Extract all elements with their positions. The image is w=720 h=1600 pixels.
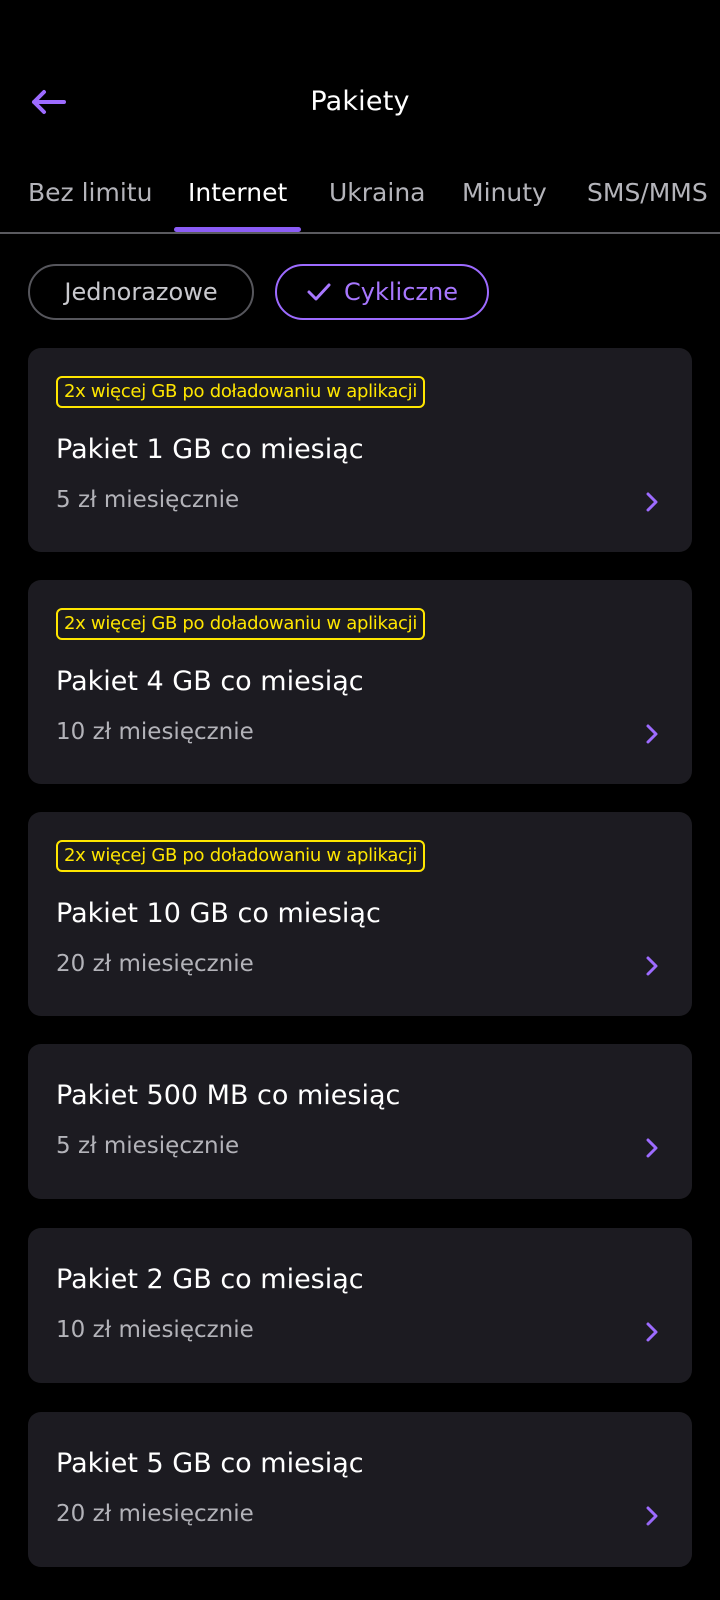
- chevron-right-icon: [642, 1136, 662, 1160]
- chevron-right-icon: [642, 954, 662, 978]
- filter-chip-one-time[interactable]: Jednorazowe: [28, 264, 254, 320]
- tab-bez-limitu[interactable]: Bez limitu: [28, 178, 152, 207]
- package-price: 5 zł miesięcznie: [56, 1133, 240, 1159]
- package-title: Pakiet 2 GB co miesiąc: [56, 1264, 364, 1295]
- package-price: 10 zł miesięcznie: [56, 719, 254, 745]
- chevron-right-icon: [642, 1504, 662, 1528]
- active-tab-indicator: [174, 227, 301, 232]
- promo-badge: 2x więcej GB po doładowaniu w aplikacji: [56, 376, 426, 408]
- top-bar: Pakiety: [0, 60, 720, 146]
- package-price: 20 zł miesięcznie: [56, 951, 254, 977]
- package-title: Pakiet 4 GB co miesiąc: [56, 666, 364, 697]
- tab-sms-mms[interactable]: SMS/MMS: [587, 178, 708, 207]
- promo-badge: 2x więcej GB po doładowaniu w aplikacji: [56, 608, 426, 640]
- package-price: 10 zł miesięcznie: [56, 1317, 254, 1343]
- chevron-right-icon: [642, 1320, 662, 1344]
- package-card-1gb[interactable]: 2x więcej GB po doładowaniu w aplikacji …: [28, 348, 692, 552]
- package-title: Pakiet 500 MB co miesiąc: [56, 1080, 401, 1111]
- page-title: Pakiety: [310, 86, 410, 117]
- tab-ukraina[interactable]: Ukraina: [329, 178, 425, 207]
- tab-internet[interactable]: Internet: [188, 178, 287, 207]
- chevron-right-icon: [642, 490, 662, 514]
- package-title: Pakiet 1 GB co miesiąc: [56, 434, 364, 465]
- filter-chip-one-time-label: Jednorazowe: [64, 278, 218, 306]
- filter-chip-cyclic[interactable]: Cykliczne: [275, 264, 489, 320]
- promo-badge: 2x więcej GB po doładowaniu w aplikacji: [56, 840, 426, 872]
- package-title: Pakiet 5 GB co miesiąc: [56, 1448, 364, 1479]
- package-price: 5 zł miesięcznie: [56, 487, 240, 513]
- package-card-500mb[interactable]: Pakiet 500 MB co miesiąc 5 zł miesięczni…: [28, 1044, 692, 1199]
- package-card-5gb[interactable]: Pakiet 5 GB co miesiąc 20 zł miesięcznie: [28, 1412, 692, 1567]
- check-icon: [306, 282, 332, 302]
- filter-chip-cyclic-label: Cykliczne: [344, 278, 458, 306]
- package-card-2gb[interactable]: Pakiet 2 GB co miesiąc 10 zł miesięcznie: [28, 1228, 692, 1383]
- package-title: Pakiet 10 GB co miesiąc: [56, 898, 381, 929]
- package-card-10gb[interactable]: 2x więcej GB po doładowaniu w aplikacji …: [28, 812, 692, 1016]
- tab-minuty[interactable]: Minuty: [462, 178, 547, 207]
- package-card-4gb[interactable]: 2x więcej GB po doładowaniu w aplikacji …: [28, 580, 692, 784]
- package-price: 20 zł miesięcznie: [56, 1501, 254, 1527]
- chevron-right-icon: [642, 722, 662, 746]
- category-tabs: Bez limitu Internet Ukraina Minuty SMS/M…: [0, 160, 720, 234]
